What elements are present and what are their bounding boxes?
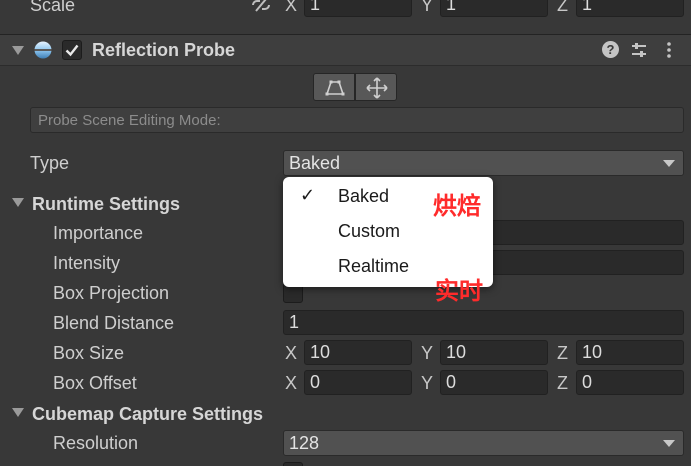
constrain-proportions-icon[interactable] (250, 0, 272, 19)
box-projection-label: Box Projection (53, 283, 170, 303)
type-label: Type (30, 153, 70, 173)
reflection-probe-icon (33, 40, 53, 65)
runtime-settings-title[interactable]: Runtime Settings (32, 194, 180, 215)
box-offset-x-axis: X (285, 373, 298, 393)
component-enabled-checkbox[interactable] (62, 40, 82, 60)
scale-z-axis: Z (557, 0, 568, 15)
help-icon[interactable]: ? (602, 41, 619, 58)
annotation-baked: 烘焙 (433, 192, 481, 220)
resolution-dropdown[interactable]: 128 (283, 430, 684, 456)
cubemap-capture-foldout-icon[interactable] (12, 408, 24, 417)
partial-checkbox[interactable] (283, 462, 303, 466)
intensity-label: Intensity (53, 253, 121, 273)
component-foldout-icon[interactable] (12, 46, 24, 55)
box-offset-x-field[interactable]: 0 (304, 370, 412, 395)
chevron-down-icon (663, 440, 675, 447)
scale-y-field[interactable]: 1 (440, 0, 548, 17)
blend-distance-label: Blend Distance (53, 313, 175, 333)
box-offset-label: Box Offset (53, 373, 137, 393)
runtime-settings-foldout-icon[interactable] (12, 198, 24, 207)
scale-x-axis: X (285, 0, 298, 15)
box-size-x-axis: X (285, 343, 298, 363)
box-offset-z-axis: Z (557, 373, 568, 393)
scale-label: Scale (30, 0, 76, 15)
move-arrows-icon (366, 77, 388, 104)
chevron-down-icon (663, 160, 675, 167)
box-size-z-axis: Z (557, 343, 568, 363)
box-offset-z-field[interactable]: 0 (576, 370, 684, 395)
component-title: Reflection Probe (92, 40, 236, 60)
box-size-x-field[interactable]: 10 (304, 340, 412, 365)
box-size-z-field[interactable]: 10 (576, 340, 684, 365)
menu-item-custom[interactable]: Custom (338, 221, 400, 242)
box-size-y-field[interactable]: 10 (440, 340, 548, 365)
type-dropdown[interactable]: Baked (283, 150, 684, 176)
edit-bounds-button[interactable] (313, 73, 355, 101)
box-offset-y-field[interactable]: 0 (440, 370, 548, 395)
scale-y-axis: Y (421, 0, 434, 15)
annotation-realtime: 实时 (435, 277, 483, 305)
resolution-dropdown-value: 128 (289, 433, 320, 453)
type-dropdown-value: Baked (289, 153, 341, 173)
importance-label: Importance (53, 223, 144, 243)
editing-mode-label: Probe Scene Editing Mode: (38, 112, 221, 129)
menu-item-baked[interactable]: Baked (338, 186, 389, 207)
more-options-icon[interactable] (665, 41, 673, 64)
box-size-label: Box Size (53, 343, 125, 363)
scale-z-field[interactable]: 1 (576, 0, 684, 17)
edit-bounds-icon (324, 77, 346, 102)
menu-item-realtime[interactable]: Realtime (338, 256, 409, 277)
check-icon: ✓ (300, 185, 316, 205)
blend-distance-field[interactable]: 1 (283, 310, 684, 335)
scale-x-field[interactable]: 1 (304, 0, 412, 17)
box-offset-y-axis: Y (421, 373, 434, 393)
presets-icon[interactable] (630, 41, 648, 64)
resolution-label: Resolution (53, 433, 139, 453)
box-size-y-axis: Y (421, 343, 434, 363)
edit-origin-button[interactable] (355, 73, 397, 101)
cubemap-capture-title[interactable]: Cubemap Capture Settings (32, 404, 263, 425)
